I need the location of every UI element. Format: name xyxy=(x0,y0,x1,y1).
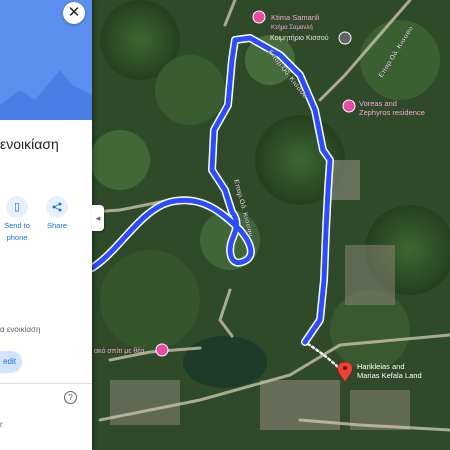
edit-chip[interactable]: edit xyxy=(0,351,22,373)
pond xyxy=(183,336,267,388)
poi-label-line1: Voreas and xyxy=(359,99,397,108)
place-title: ενοικίαση xyxy=(0,136,59,152)
phone-icon: ▯ xyxy=(6,196,28,218)
close-button[interactable]: ✕ xyxy=(63,2,85,24)
lodging-pin-icon xyxy=(342,99,356,113)
poi-label: ακό σπίτι με θέα xyxy=(94,347,144,355)
action-label-line2: phone xyxy=(6,233,28,242)
category-label: α ενοικίαση xyxy=(0,325,41,334)
divider xyxy=(0,383,92,384)
poi-label-line2: Zephyros residence xyxy=(359,108,425,117)
collapse-panel-button[interactable]: ◂ xyxy=(92,205,104,231)
poi-label: Κοιμητήριο Κισσού xyxy=(270,34,329,42)
bottom-fragment: r xyxy=(0,420,3,429)
poi-sublabel: Κτήμα Σαμανλή xyxy=(271,24,313,31)
share-icon xyxy=(46,196,68,218)
cemetery-pin-icon xyxy=(338,31,352,45)
help-icon[interactable]: ? xyxy=(64,391,77,404)
share-button[interactable]: Share xyxy=(40,196,74,230)
place-details-panel: ✕ ενοικίαση ▯ Send to phone Share α ενοι… xyxy=(0,0,92,450)
action-label: Share xyxy=(46,221,67,230)
lodging-pin-icon xyxy=(155,343,169,357)
poi-label-line2: Marias Kefala Land xyxy=(357,371,422,380)
poi-label-line1: Harikleias and xyxy=(357,362,405,371)
chevron-left-icon: ◂ xyxy=(95,213,101,223)
poi-label: Ktima Samanli xyxy=(271,13,320,22)
send-to-phone-button[interactable]: ▯ Send to phone xyxy=(0,196,34,242)
action-label-line1: Send to xyxy=(4,221,30,230)
lodging-pin-icon xyxy=(252,10,266,24)
place-photo: ✕ xyxy=(0,0,92,120)
